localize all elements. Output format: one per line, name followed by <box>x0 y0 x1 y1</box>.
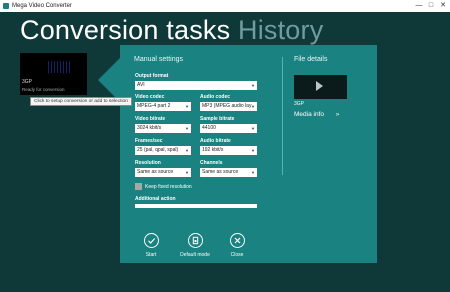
panel-divider <box>282 57 283 175</box>
resolution-label: Resolution <box>135 160 161 166</box>
task-status: Ready for conversion <box>22 87 65 92</box>
close-window-button[interactable]: ✕ <box>437 0 449 12</box>
chevron-down-icon: ▼ <box>185 126 189 131</box>
task-format: 3GP <box>22 79 33 85</box>
settings-panel: Manual settings Output format AVI ▼ Vide… <box>120 45 377 263</box>
play-icon[interactable] <box>316 81 323 91</box>
audio-codec-label: Audio codec <box>200 94 231 100</box>
tab-conversion-tasks[interactable]: Conversion tasks <box>20 15 230 45</box>
video-bitrate-select[interactable]: 3024 kbit/s ▼ <box>135 124 191 133</box>
title-bar: Mega Video Converter — □ ✕ <box>0 0 450 12</box>
start-label: Start <box>145 252 157 258</box>
chevron-down-icon: ▼ <box>185 104 189 109</box>
close-button[interactable]: Close <box>222 233 252 258</box>
task-tooltip: Click to setup conversion or add to sele… <box>30 97 132 106</box>
expand-icon: » <box>335 112 340 118</box>
task-card[interactable]: 3GP Ready for conversion <box>20 53 87 95</box>
page-tabs: Conversion tasks History <box>20 15 323 46</box>
audio-codec-value: MP3 (MPEG audio lay <box>202 103 252 109</box>
additional-action-bar[interactable] <box>135 204 257 208</box>
close-icon <box>229 233 245 248</box>
app-icon <box>3 3 9 9</box>
chevron-down-icon: ▼ <box>251 83 255 88</box>
video-codec-value: MPEG-4 part 2 <box>137 103 171 109</box>
default-mode-button[interactable]: Default mode <box>178 233 212 258</box>
frames-value: 25 (pal, qpal, spal) <box>137 147 179 153</box>
channels-select[interactable]: Same as source ▼ <box>200 168 257 177</box>
media-info-label: Media info <box>294 111 324 118</box>
sample-bitrate-label: Sample bitrate <box>200 116 235 122</box>
manual-settings-title: Manual settings <box>134 56 184 63</box>
keep-resolution-label: Keep fixed resolution <box>145 184 192 190</box>
output-format-value: AVI <box>137 82 145 88</box>
start-button[interactable]: Start <box>136 233 166 258</box>
frames-select[interactable]: 25 (pal, qpal, spal) ▼ <box>135 146 191 155</box>
video-bitrate-value: 3024 kbit/s <box>137 125 162 131</box>
video-codec-label: Video codec <box>135 94 165 100</box>
file-details-title: File details <box>294 56 328 63</box>
minimize-button[interactable]: — <box>413 0 425 12</box>
chevron-down-icon: ▼ <box>251 104 255 109</box>
chevron-down-icon: ▼ <box>185 170 189 175</box>
resolution-select[interactable]: Same as source ▼ <box>135 168 191 177</box>
video-bitrate-label: Video bitrate <box>135 116 166 122</box>
chevron-down-icon: ▼ <box>251 170 255 175</box>
file-preview[interactable] <box>294 75 347 99</box>
additional-action-fill <box>135 204 257 208</box>
audio-bitrate-value: 192 kbit/s <box>202 147 224 153</box>
window-title: Mega Video Converter <box>12 3 72 9</box>
default-mode-icon <box>187 233 203 248</box>
panel-pointer <box>98 58 120 102</box>
channels-label: Channels <box>200 160 223 166</box>
check-icon <box>143 233 159 248</box>
sample-bitrate-select[interactable]: 44100 ▼ <box>200 124 257 133</box>
default-mode-label: Default mode <box>180 252 210 258</box>
sample-bitrate-value: 44100 <box>202 125 216 131</box>
resolution-value: Same as source <box>137 169 174 175</box>
video-codec-select[interactable]: MPEG-4 part 2 ▼ <box>135 102 191 111</box>
chevron-down-icon: ▼ <box>185 148 189 153</box>
audio-bitrate-label: Audio bitrate <box>200 138 231 144</box>
frames-label: Frames/sec <box>135 138 163 144</box>
tab-history[interactable]: History <box>238 15 323 45</box>
additional-action-label: Additional action <box>135 196 176 202</box>
audio-codec-select[interactable]: MP3 (MPEG audio lay ▼ <box>200 102 257 111</box>
output-format-label: Output format <box>135 73 169 79</box>
video-thumbnail <box>48 61 72 73</box>
audio-bitrate-select[interactable]: 192 kbit/s ▼ <box>200 146 257 155</box>
channels-value: Same as source <box>202 169 239 175</box>
chevron-down-icon: ▼ <box>251 148 255 153</box>
media-info-toggle[interactable]: Media info » <box>294 111 339 118</box>
output-format-select[interactable]: AVI ▼ <box>135 81 257 90</box>
keep-resolution-checkbox[interactable] <box>135 183 142 190</box>
file-format: 3GP <box>294 101 305 107</box>
chevron-down-icon: ▼ <box>251 126 255 131</box>
maximize-button[interactable]: □ <box>425 0 437 12</box>
close-label: Close <box>230 252 244 258</box>
